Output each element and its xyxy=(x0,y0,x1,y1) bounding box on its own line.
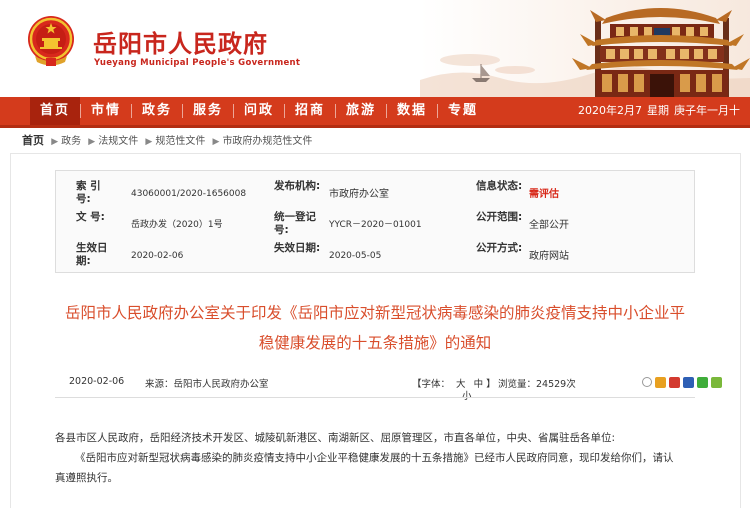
content-frame-left xyxy=(10,153,11,508)
font-size-control: 【字体： 大 中 小 】 xyxy=(412,376,496,402)
body-paragraph: 《岳阳市应对新型冠状病毒感染的肺炎疫情支持中小企业平稳健康发展的十五条措施》已经… xyxy=(75,452,674,464)
meta-divider xyxy=(55,397,695,398)
document-info-table: 索 引 号: 43060001/2020-1656008 发布机构: 市政府办公… xyxy=(55,170,695,273)
site-header: 岳阳市人民政府 Yueyang Municipal People's Gover… xyxy=(0,0,750,97)
document-number-label: 文 号: xyxy=(76,211,105,223)
publisher-label: 发布机构: xyxy=(274,180,321,192)
expiry-date-value: 2020-05-05 xyxy=(329,251,382,261)
effective-date-value: 2020-02-06 xyxy=(131,251,184,261)
breadcrumb-arrow-icon: ▶ xyxy=(51,137,59,147)
weibo-icon[interactable] xyxy=(669,377,680,388)
weekday: 星期 xyxy=(647,104,669,117)
publish-date: 2020-02-06 xyxy=(69,376,125,387)
site-subtitle: Yueyang Municipal People's Government xyxy=(94,58,301,68)
document-source: 来源：岳阳市人民政府办公室 xyxy=(145,379,269,390)
share-icon[interactable] xyxy=(642,377,652,387)
status-value: 需评估 xyxy=(529,189,559,200)
breadcrumb-item[interactable]: 市政府办规范性文件 xyxy=(222,136,312,147)
status-label: 信息状态: xyxy=(476,180,523,192)
font-size-close-bracket: 】 xyxy=(486,379,496,390)
breadcrumb-arrow-icon: ▶ xyxy=(88,137,96,147)
content-frame-right xyxy=(740,153,741,508)
document-title-line: 岳阳市人民政府办公室关于印发《岳阳市应对新型冠状病毒感染的肺炎疫情支持中小企业平 xyxy=(64,304,685,322)
breadcrumb-arrow-icon: ▶ xyxy=(212,137,220,147)
baidu-icon[interactable] xyxy=(683,377,694,388)
main-nav: 首页 市情 政务 服务 问政 招商 旅游 数据 专题 2020年2月7 星期 庚子年… xyxy=(0,97,750,128)
nav-item-investment[interactable]: 招商 xyxy=(285,97,335,125)
nav-date: 2020年2月7 星期 庚子年一月十 xyxy=(578,97,745,125)
registration-number-value: YYCR－2020－01001 xyxy=(329,220,422,230)
breadcrumb-item[interactable]: 规范性文件 xyxy=(155,136,205,147)
nav-item-city-info[interactable]: 市情 xyxy=(81,97,131,125)
font-size-small-button[interactable]: 小 xyxy=(462,388,472,402)
document-meta-bar: 2020-02-06 来源：岳阳市人民政府办公室 【字体： 大 中 小 】 浏览… xyxy=(55,372,722,402)
yueyang-tower-banner xyxy=(420,8,750,97)
lunar-date: 庚子年一月十 xyxy=(674,104,740,117)
wechat-icon[interactable] xyxy=(697,377,708,388)
nav-item-government[interactable]: 政务 xyxy=(132,97,182,125)
body-paragraph: 各县市区人民政府，岳阳经济技术开发区、城陵矶新港区、南湖新区、屈原管理区，市直各… xyxy=(55,432,616,444)
nav-item-tourism[interactable]: 旅游 xyxy=(336,97,386,125)
document-title-line: 稳健康发展的十五条措施》的通知 xyxy=(258,334,492,352)
view-count: 浏览量：24529次 xyxy=(498,379,576,390)
index-number-value: 43060001/2020-1656008 xyxy=(131,189,247,199)
effective-date-label: 生效日期: xyxy=(76,242,108,267)
document-title: 岳阳市人民政府办公室关于印发《岳阳市应对新型冠状病毒感染的肺炎疫情支持中小企业平… xyxy=(55,298,695,358)
body-paragraph: 真遵照执行。 xyxy=(55,472,118,484)
breadcrumb-home[interactable]: 首页 xyxy=(22,134,44,147)
disclosure-scope-value: 全部公开 xyxy=(529,220,569,231)
expiry-date-label: 失效日期: xyxy=(274,242,321,254)
document-number-value: 岳政办发（2020）1号 xyxy=(131,220,223,230)
breadcrumb-divider xyxy=(10,153,740,154)
publisher-value: 市政府办公室 xyxy=(329,189,389,200)
nav-item-home[interactable]: 首页 xyxy=(30,97,80,125)
nav-item-services[interactable]: 服务 xyxy=(183,97,233,125)
national-emblem-icon[interactable] xyxy=(25,14,77,68)
nav-items: 首页 市情 政务 服务 问政 招商 旅游 数据 专题 xyxy=(30,97,488,125)
more-icon[interactable] xyxy=(711,377,722,388)
registration-number-label: 统一登记号: xyxy=(274,211,316,236)
font-size-medium-button[interactable]: 中 xyxy=(474,379,484,390)
nav-item-inquiry[interactable]: 问政 xyxy=(234,97,284,125)
font-size-label: 【字体： xyxy=(412,379,451,390)
disclosure-method-value: 政府网站 xyxy=(529,251,569,262)
disclosure-method-label: 公开方式: xyxy=(476,242,523,254)
qzone-icon[interactable] xyxy=(655,377,666,388)
document-body: 各县市区人民政府，岳阳经济技术开发区、城陵矶新港区、南湖新区、屈原管理区，市直各… xyxy=(55,428,705,488)
nav-item-topics[interactable]: 专题 xyxy=(438,97,488,125)
disclosure-scope-label: 公开范围: xyxy=(476,211,523,223)
breadcrumb-item[interactable]: 法规文件 xyxy=(98,136,138,147)
site-title[interactable]: 岳阳市人民政府 xyxy=(93,24,268,59)
share-bar xyxy=(642,377,725,388)
nav-item-data[interactable]: 数据 xyxy=(387,97,437,125)
index-number-label: 索 引 号: xyxy=(76,180,101,205)
breadcrumb-arrow-icon: ▶ xyxy=(145,137,153,147)
breadcrumb-item[interactable]: 政务 xyxy=(61,136,81,147)
current-date: 2020年2月7 xyxy=(578,104,642,117)
breadcrumb: 首页 ▶ 政务 ▶ 法规文件 ▶ 规范性文件 ▶ 市政府办规范性文件 xyxy=(22,134,312,149)
